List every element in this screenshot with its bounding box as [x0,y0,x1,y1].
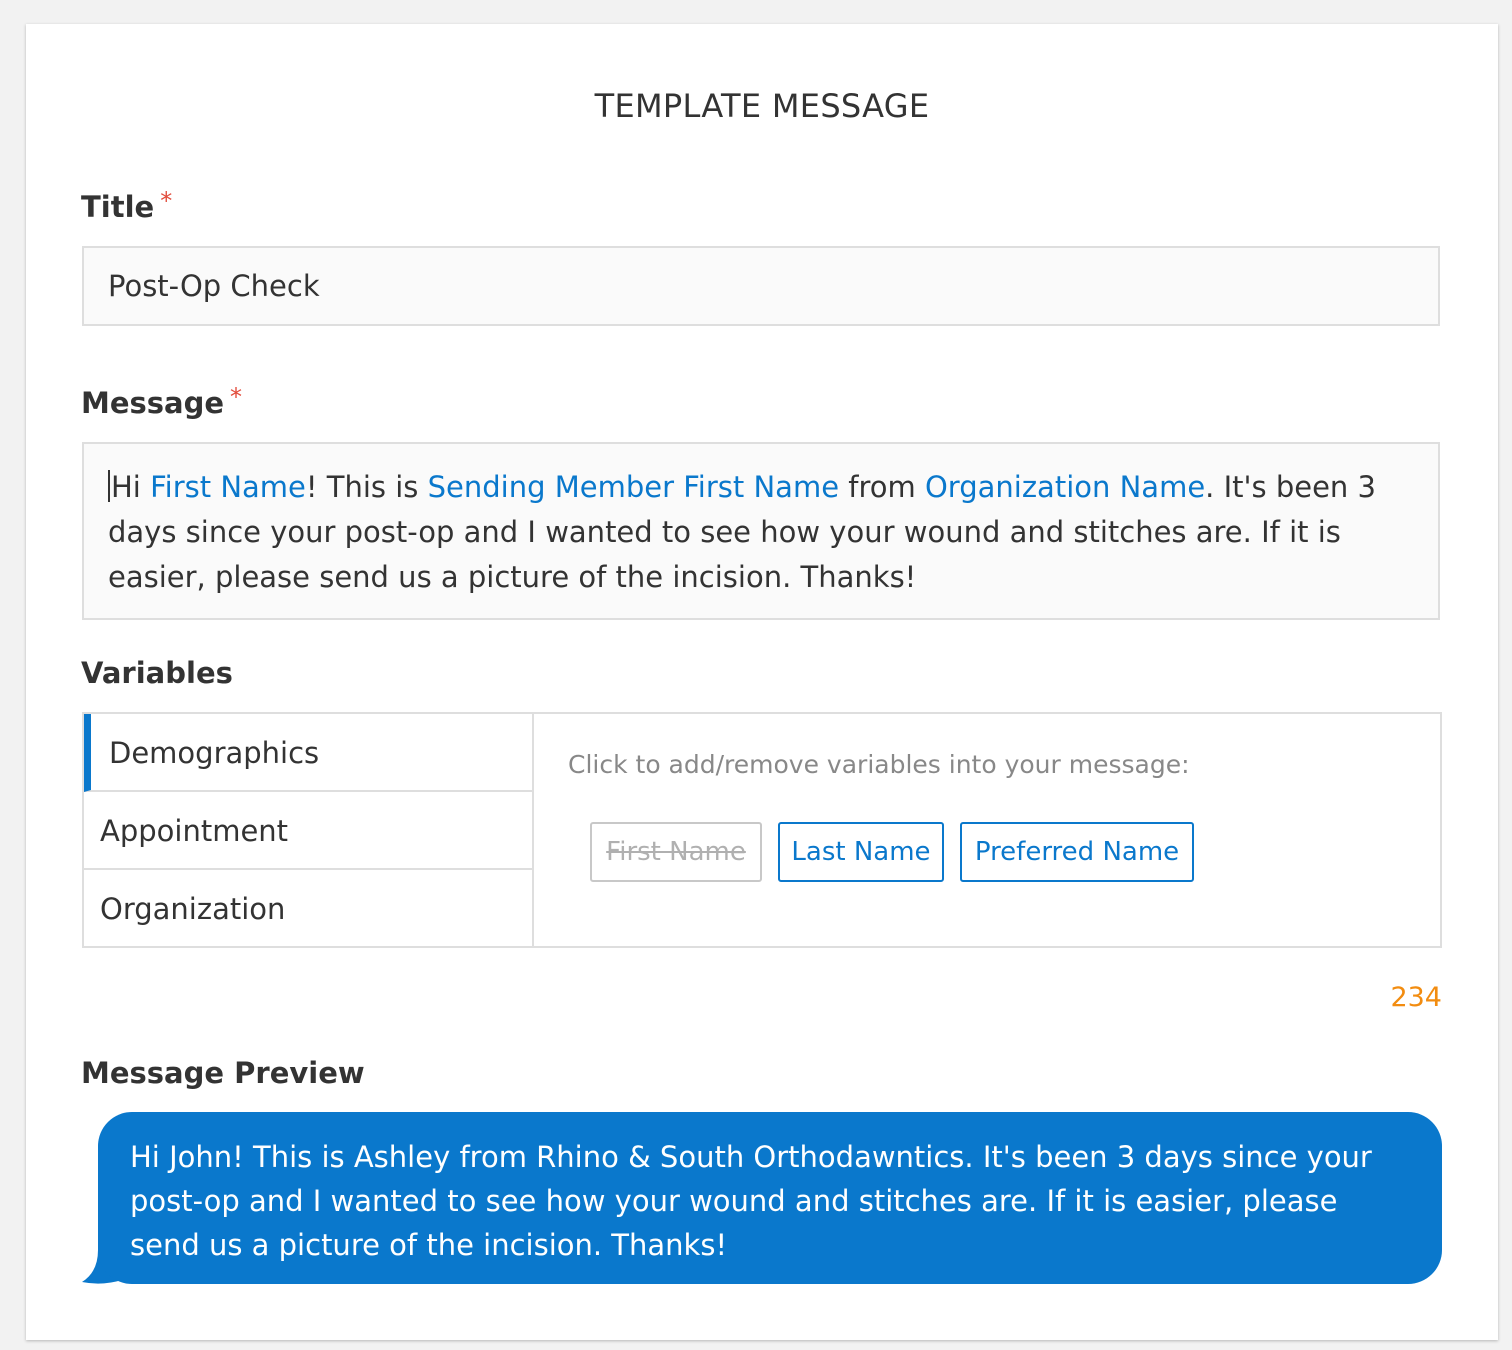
required-asterisk: * [230,383,243,411]
variable-category-tabs: Demographics Appointment Organization [84,714,534,946]
title-label-text: Title [81,190,155,224]
message-preview-bubble: Hi John! This is Ashley from Rhino & Sou… [98,1112,1442,1284]
variable-chip-preferred-name[interactable]: Preferred Name [960,822,1194,882]
tab-appointment[interactable]: Appointment [84,792,532,870]
required-asterisk: * [160,187,173,215]
text-cursor [108,470,110,502]
variables-panel: Demographics Appointment Organization Cl… [82,712,1442,948]
message-preview-text: Hi John! This is Ashley from Rhino & Sou… [130,1140,1372,1262]
message-variable-token: First Name [150,470,306,504]
message-segment: ! This is [305,470,428,504]
message-variable-token: Organization Name [924,470,1206,504]
variable-chip-last-name[interactable]: Last Name [778,822,944,882]
page-title: TEMPLATE MESSAGE [594,87,930,125]
message-segment: from [839,470,925,504]
variables-label: Variables [81,656,233,690]
message-variable-token: Sending Member First Name [427,470,840,504]
message-preview-label: Message Preview [81,1056,365,1090]
message-text: Hi First Name! This is Sending Member Fi… [108,470,1376,594]
title-input[interactable]: Post-Op Check [82,246,1440,326]
title-label: Title * [81,187,173,224]
variables-hint: Click to add/remove variables into your … [568,750,1190,779]
message-label-text: Message [81,386,225,420]
tab-demographics[interactable]: Demographics [84,714,532,792]
variable-chips-area: Click to add/remove variables into your … [534,714,1440,946]
variable-chip-first-name[interactable]: First Name [590,822,762,882]
message-textarea[interactable]: Hi First Name! This is Sending Member Fi… [82,442,1440,620]
message-label: Message * [81,383,243,420]
tab-organization[interactable]: Organization [84,870,532,948]
character-count: 234 [1390,982,1442,1013]
message-segment: Hi [111,470,151,504]
template-message-card: TEMPLATE MESSAGE Title * Post-Op Check Me… [26,24,1498,1340]
